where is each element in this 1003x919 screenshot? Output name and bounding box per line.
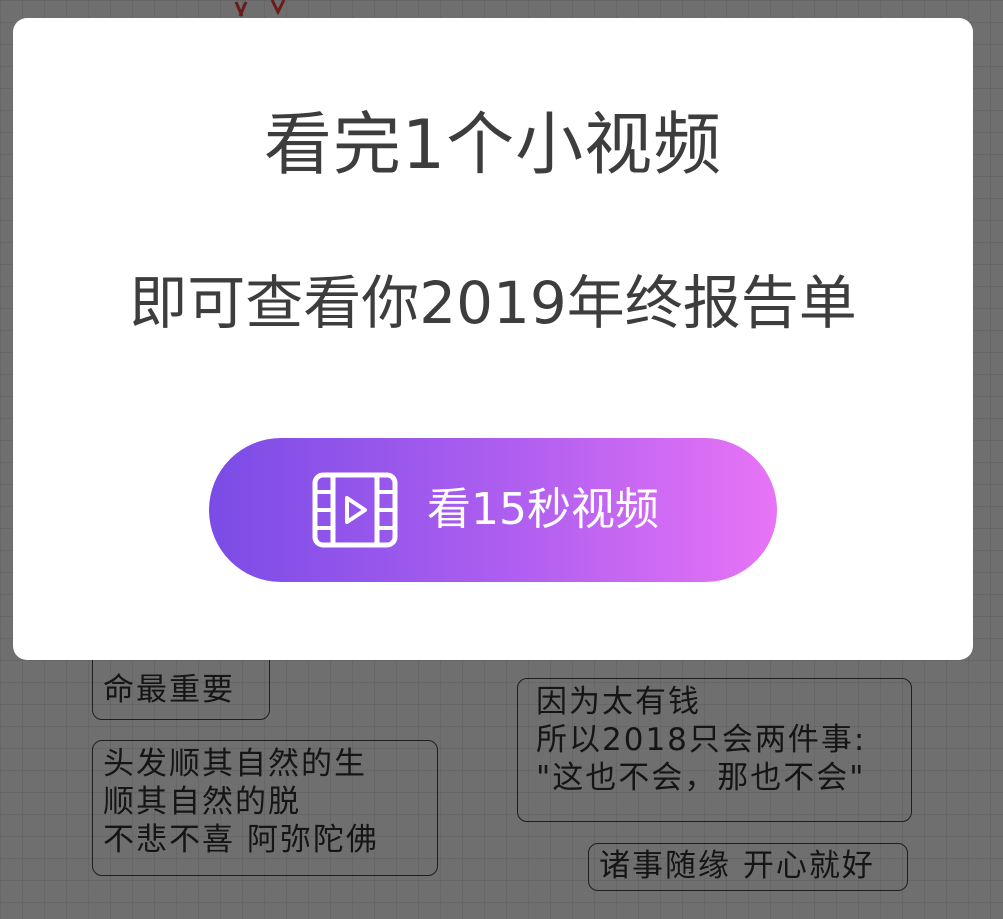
- note-line: 命最重要: [103, 671, 259, 709]
- dialog-title: 看完1个小视频: [13, 106, 973, 186]
- background-note: 诸事随缘 开心就好: [588, 843, 908, 891]
- background-decoration: [232, 0, 292, 18]
- note-line: 顺其自然的脱: [103, 783, 427, 821]
- watch-video-button[interactable]: 看15秒视频: [209, 438, 777, 582]
- note-line: 不悲不喜 阿弥陀佛: [103, 821, 427, 859]
- dialog-subtitle: 即可查看你2019年终报告单: [13, 268, 973, 338]
- note-line: 因为太有钱: [536, 683, 901, 721]
- note-line: 所以2018只会两件事:: [536, 721, 901, 759]
- note-line: 头发顺其自然的生: [103, 745, 427, 783]
- watch-video-label: 看15秒视频: [427, 438, 659, 582]
- note-line: "这也不会，那也不会": [536, 759, 901, 797]
- note-line: 诸事随缘 开心就好: [599, 847, 897, 885]
- video-prompt-dialog: 看完1个小视频 即可查看你2019年终报告单 看15秒视频: [13, 18, 973, 660]
- background-note: 因为太有钱 所以2018只会两件事: "这也不会，那也不会": [517, 678, 912, 822]
- film-play-icon: [312, 472, 398, 548]
- background-note: 头发顺其自然的生 顺其自然的脱 不悲不喜 阿弥陀佛: [92, 740, 438, 876]
